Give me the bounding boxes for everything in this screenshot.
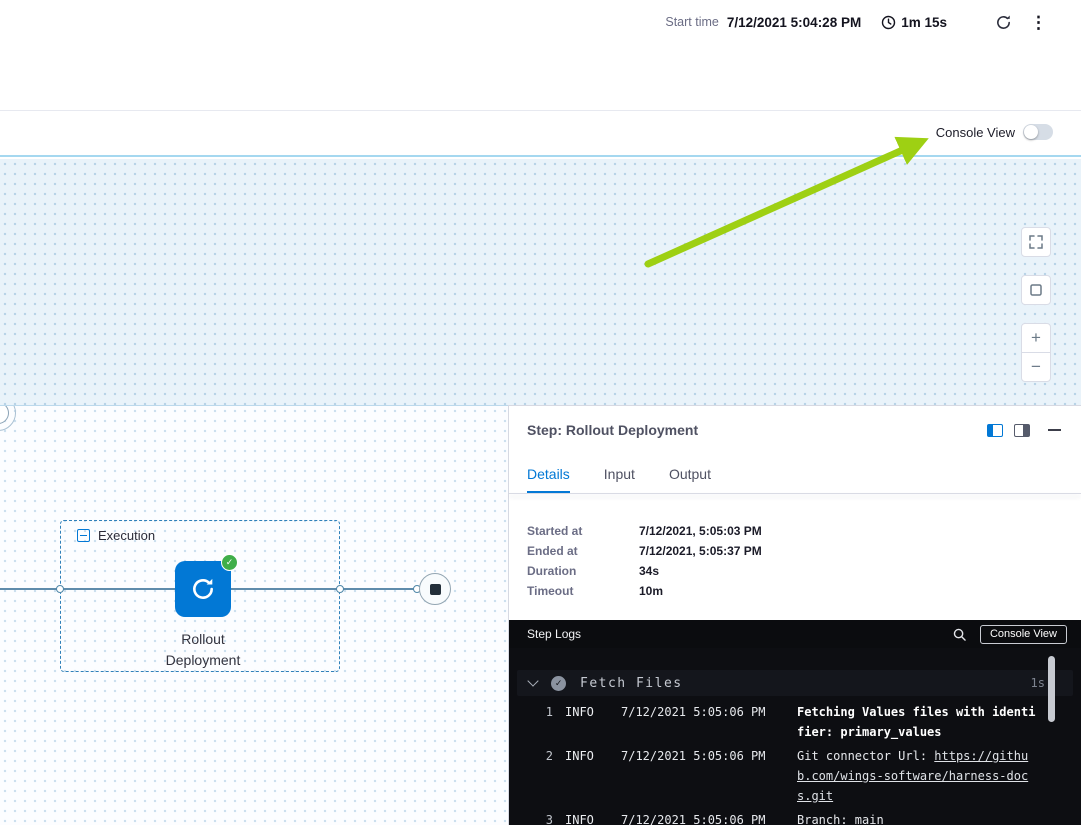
zoom-out-button[interactable]: − — [1021, 352, 1051, 382]
start-time-value: 7/12/2021 5:04:28 PM — [727, 15, 861, 30]
pipeline-canvas-upper[interactable]: + − — [0, 159, 1081, 405]
log-timestamp: 7/12/2021 5:05:06 PM — [621, 702, 785, 742]
log-line: 1 INFO 7/12/2021 5:05:06 PM Fetching Val… — [509, 702, 1081, 742]
log-line: 3 INFO 7/12/2021 5:05:06 PM Branch: main — [509, 810, 1081, 825]
log-timestamp: 7/12/2021 5:05:06 PM — [621, 746, 785, 806]
rollout-icon — [190, 576, 216, 602]
fullscreen-icon — [1029, 235, 1043, 249]
step-logs-title: Step Logs — [527, 627, 939, 641]
plus-icon: + — [1031, 328, 1041, 348]
search-icon[interactable] — [953, 628, 966, 641]
log-line-number: 1 — [525, 702, 553, 742]
log-level: INFO — [565, 810, 609, 825]
detail-row: Started at 7/12/2021, 5:05:03 PM — [527, 521, 1081, 541]
edge-port — [56, 585, 64, 593]
panel-header: Step: Rollout Deployment — [509, 406, 1081, 455]
log-message: Git connector Url: https://github.com/wi… — [797, 746, 1037, 806]
logs-console-view-button[interactable]: Console View — [980, 625, 1067, 644]
minus-icon: − — [1031, 357, 1041, 377]
refresh-button[interactable] — [995, 14, 1012, 31]
tab-output[interactable]: Output — [669, 455, 711, 493]
check-icon: ✓ — [226, 557, 234, 568]
detail-value: 7/12/2021, 5:05:37 PM — [639, 541, 762, 561]
detail-row: Duration 34s — [527, 561, 1081, 581]
pipeline-execution-screen: Start time 7/12/2021 5:04:28 PM 1m 15s ⋮ — [0, 0, 1081, 825]
execution-meta: Start time 7/12/2021 5:04:28 PM 1m 15s ⋮ — [665, 9, 1047, 35]
log-section-header[interactable]: ✓ Fetch Files 1s — [517, 670, 1073, 696]
detail-label: Duration — [527, 561, 639, 581]
log-section-title: Fetch Files — [580, 676, 683, 691]
minimize-panel-icon[interactable] — [1048, 429, 1061, 431]
step-logs-body[interactable]: ✓ Fetch Files 1s 1 INFO 7/12/2021 5:05:0… — [509, 648, 1081, 825]
node-label: Rollout Deployment — [148, 629, 258, 671]
step-details-list: Started at 7/12/2021, 5:05:03 PM Ended a… — [509, 494, 1081, 620]
detail-row: Ended at 7/12/2021, 5:05:37 PM — [527, 541, 1081, 561]
step-details-panel: Step: Rollout Deployment Details Input O… — [508, 405, 1081, 825]
dock-right-icon[interactable] — [1014, 424, 1030, 437]
step-logs-header: Step Logs Console View — [509, 620, 1081, 648]
detail-value: 10m — [639, 581, 663, 601]
chevron-down-icon — [527, 675, 538, 686]
pipeline-end-node[interactable] — [419, 573, 451, 605]
top-header: Start time 7/12/2021 5:04:28 PM 1m 15s ⋮ — [0, 0, 1081, 110]
detail-label: Started at — [527, 521, 639, 541]
toggle-knob — [1024, 125, 1038, 139]
fullscreen-button[interactable] — [1021, 227, 1051, 257]
view-toolbar: Console View — [0, 110, 1081, 157]
edge-port — [336, 585, 344, 593]
log-line-number: 2 — [525, 746, 553, 806]
step-logs-section: Step Logs Console View ✓ Fetch Files 1s — [509, 620, 1081, 825]
fit-to-screen-button[interactable] — [1021, 275, 1051, 305]
detail-label: Ended at — [527, 541, 639, 561]
clock-icon — [881, 15, 896, 30]
tab-details[interactable]: Details — [527, 455, 570, 493]
log-level: INFO — [565, 702, 609, 742]
execution-group-header: Execution — [77, 528, 155, 543]
console-view-group: Console View — [936, 124, 1053, 140]
console-view-toggle[interactable] — [1023, 124, 1053, 140]
zoom-in-button[interactable]: + — [1021, 323, 1051, 353]
logs-scrollbar-thumb[interactable] — [1048, 656, 1055, 722]
execution-group-label: Execution — [98, 528, 155, 543]
log-timestamp: 7/12/2021 5:05:06 PM — [621, 810, 785, 825]
tab-input[interactable]: Input — [604, 455, 635, 493]
dock-left-icon[interactable] — [987, 424, 1003, 437]
fit-to-screen-icon — [1029, 283, 1043, 297]
section-success-icon: ✓ — [551, 676, 566, 691]
panel-title: Step: Rollout Deployment — [527, 422, 987, 438]
elapsed-duration: 1m 15s — [881, 15, 947, 30]
rollout-deployment-node[interactable]: ✓ — [175, 561, 231, 617]
console-view-label: Console View — [936, 125, 1015, 140]
refresh-icon — [995, 14, 1012, 31]
more-options-button[interactable]: ⋮ — [1030, 14, 1047, 31]
detail-label: Timeout — [527, 581, 639, 601]
pipeline-canvas-stage[interactable]: Execution ✓ Rollout Deployment — [0, 405, 508, 825]
log-section-duration: 1s — [1031, 676, 1045, 690]
kebab-icon: ⋮ — [1030, 14, 1047, 31]
elapsed-value: 1m 15s — [901, 15, 947, 30]
panel-tabs: Details Input Output — [509, 455, 1081, 493]
detail-value: 34s — [639, 561, 659, 581]
bottom-split: Execution ✓ Rollout Deployment — [0, 405, 1081, 825]
log-message: Branch: main — [797, 810, 1037, 825]
log-message-prefix: Git connector Url: — [797, 749, 934, 763]
detail-value: 7/12/2021, 5:05:03 PM — [639, 521, 762, 541]
collapse-group-icon[interactable] — [77, 529, 90, 542]
stop-icon — [430, 584, 441, 595]
check-icon: ✓ — [555, 678, 561, 689]
panel-layout-controls — [987, 424, 1030, 437]
success-badge: ✓ — [221, 554, 238, 571]
log-level: INFO — [565, 746, 609, 806]
log-line-number: 3 — [525, 810, 553, 825]
log-message: Fetching Values files with identifier: p… — [797, 702, 1037, 742]
start-time-label: Start time — [665, 15, 719, 29]
detail-row: Timeout 10m — [527, 581, 1081, 601]
log-line: 2 INFO 7/12/2021 5:05:06 PM Git connecto… — [509, 746, 1081, 806]
